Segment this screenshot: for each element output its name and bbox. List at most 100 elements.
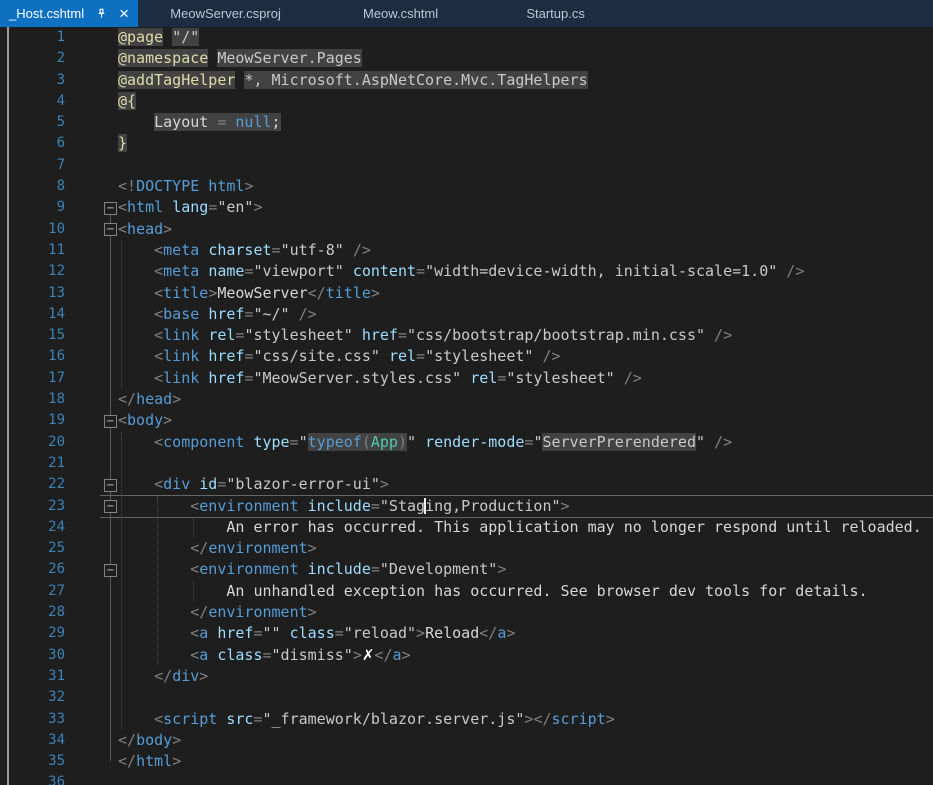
tab-meowserver-csproj[interactable]: MeowServer.csproj [138,0,313,27]
line-number: 28 [0,602,67,623]
code-text [118,453,933,474]
code-text: </body> [118,730,933,751]
code-line[interactable]: 28 </environment> [0,602,933,623]
code-line[interactable]: 29 <a href="" class="reload">Reload</a> [0,623,933,644]
code-line[interactable]: 5 Layout = null; [0,112,933,133]
fold-margin [67,666,118,687]
code-line[interactable]: 14 <base href="~/" /> [0,304,933,325]
code-line[interactable]: 1@page "/" [0,27,933,48]
fold-margin [67,91,118,112]
line-number: 17 [0,368,67,389]
code-line[interactable]: 6} [0,133,933,154]
line-number: 10 [0,219,67,240]
code-line[interactable]: 16 <link href="css/site.css" rel="styles… [0,346,933,367]
code-text: </head> [118,389,933,410]
code-line[interactable]: 9−<html lang="en"> [0,197,933,218]
line-number: 22 [0,474,67,495]
code-text: @page "/" [118,27,933,48]
code-line[interactable]: 8<!DOCTYPE html> [0,176,933,197]
code-text: <environment include="Staging,Production… [118,496,933,517]
fold-margin [67,581,118,602]
line-number: 11 [0,240,67,261]
code-line[interactable]: 30 <a class="dismiss">✗</a> [0,645,933,666]
code-line[interactable]: 17 <link href="MeowServer.styles.css" re… [0,368,933,389]
fold-margin [67,325,118,346]
code-line[interactable]: 24 An error has occurred. This applicati… [0,517,933,538]
fold-margin: − [67,559,118,580]
fold-margin [67,27,118,48]
code-line[interactable]: 19−<body> [0,410,933,431]
fold-margin [67,240,118,261]
tab-startup-cs[interactable]: Startup.cs [488,0,623,27]
tab-meow-cshtml[interactable]: Meow.cshtml [313,0,488,27]
code-line[interactable]: 26− <environment include="Development"> [0,559,933,580]
line-number: 19 [0,410,67,431]
code-line[interactable]: 27 An unhandled exception has occurred. … [0,581,933,602]
code-line[interactable]: 31 </div> [0,666,933,687]
fold-collapse-button[interactable]: − [104,415,117,428]
fold-margin [67,261,118,282]
line-number: 24 [0,517,67,538]
code-text: Layout = null; [118,112,933,133]
fold-margin [67,623,118,644]
code-line[interactable]: 21 [0,453,933,474]
fold-collapse-button[interactable]: − [104,223,117,236]
code-line[interactable]: 18</head> [0,389,933,410]
fold-margin [67,346,118,367]
code-line[interactable]: 10 −<head> [0,219,933,240]
fold-margin [67,772,118,785]
code-line[interactable]: 23 − <environment include="Staging,Produc… [0,496,933,517]
line-number: 4 [0,91,67,112]
code-line[interactable]: 33 <script src="_framework/blazor.server… [0,709,933,730]
line-number: 31 [0,666,67,687]
fold-collapse-button[interactable]: − [104,202,117,215]
fold-margin [67,751,118,772]
code-line[interactable]: 7 [0,155,933,176]
line-number: 13 [0,283,67,304]
code-text: <head> [118,219,933,240]
fold-collapse-button[interactable]: − [104,564,117,577]
fold-margin: − [67,219,118,240]
fold-collapse-button[interactable]: − [104,500,117,513]
code-line[interactable]: 13 <title>MeowServer</title> [0,283,933,304]
code-text: An error has occurred. This application … [118,517,933,538]
line-number: 23 [0,496,67,517]
code-text: </environment> [118,602,933,623]
line-number: 9 [0,197,67,218]
fold-margin [67,304,118,325]
line-number: 5 [0,112,67,133]
code-line[interactable]: 4@{ [0,91,933,112]
code-text: </div> [118,666,933,687]
code-line[interactable]: 11 <meta charset="utf-8" /> [0,240,933,261]
code-line[interactable]: 20 <component type="typeof(App)" render-… [0,432,933,453]
line-number: 14 [0,304,67,325]
pin-icon[interactable] [95,7,108,20]
tab-label: Startup.cs [526,6,585,21]
code-text: @namespace MeowServer.Pages [118,48,933,69]
editor[interactable]: 1@page "/"2@namespace MeowServer.Pages3@… [0,27,933,785]
fold-collapse-button[interactable]: − [104,479,117,492]
code-line[interactable]: 34</body> [0,730,933,751]
line-number: 16 [0,346,67,367]
code-line[interactable]: 35</html> [0,751,933,772]
fold-margin [67,730,118,751]
code-text: <a href="" class="reload">Reload</a> [118,623,933,644]
line-number: 26 [0,559,67,580]
code-text: An unhandled exception has occurred. See… [118,581,933,602]
close-icon[interactable]: × [119,5,129,22]
line-number: 15 [0,325,67,346]
line-number: 35 [0,751,67,772]
code-line[interactable]: 12 <meta name="viewport" content="width=… [0,261,933,282]
code-line[interactable]: 36 [0,772,933,785]
editor-window: _Host.cshtml × MeowServer.csproj Meow.cs… [0,0,933,785]
code-line[interactable]: 32 [0,687,933,708]
fold-margin [67,368,118,389]
code-line[interactable]: 2@namespace MeowServer.Pages [0,48,933,69]
tab-host-cshtml[interactable]: _Host.cshtml × [0,0,138,27]
code-line[interactable]: 25 </environment> [0,538,933,559]
code-line[interactable]: 3@addTagHelper *, Microsoft.AspNetCore.M… [0,70,933,91]
code-text: <title>MeowServer</title> [118,283,933,304]
code-line[interactable]: 15 <link rel="stylesheet" href="css/boot… [0,325,933,346]
code-line[interactable]: 22− <div id="blazor-error-ui"> [0,474,933,495]
line-number: 36 [0,772,67,785]
